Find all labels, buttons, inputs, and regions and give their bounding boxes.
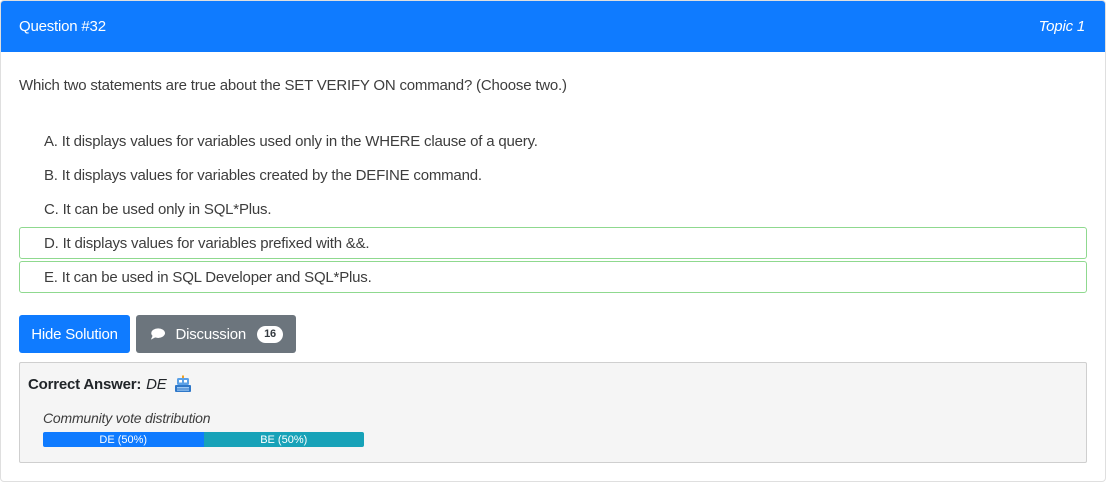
choice-e[interactable]: E. It can be used in SQL Developer and S… (19, 261, 1087, 293)
discussion-count-badge: 16 (257, 325, 283, 343)
vote-segment-label: BE (50%) (260, 433, 308, 446)
robot-helper-icon[interactable] (174, 375, 192, 393)
correct-answer-label: Correct Answer: (28, 375, 142, 393)
choice-label: E. It can be used in SQL Developer and S… (44, 268, 372, 286)
choice-label: A. It displays values for variables used… (44, 132, 538, 150)
correct-answer-line: Correct Answer: DE (28, 375, 192, 393)
choice-label: D. It displays values for variables pref… (44, 234, 370, 252)
hide-solution-button[interactable]: Hide Solution (19, 315, 130, 353)
correct-answer-value: DE (146, 375, 167, 393)
correct-answer-box: Correct Answer: DE Community vote distri… (19, 362, 1087, 463)
vote-segment-de: DE (50%) (43, 432, 204, 447)
vote-segment-label: DE (50%) (99, 433, 148, 446)
choice-b[interactable]: B. It displays values for variables crea… (19, 159, 1087, 191)
discussion-button[interactable]: Discussion 16 (136, 315, 296, 353)
choice-a[interactable]: A. It displays values for variables used… (19, 125, 1087, 157)
choice-label: C. It can be used only in SQL*Plus. (44, 200, 272, 218)
hide-solution-label: Hide Solution (31, 325, 118, 343)
vote-distribution-bar: DE (50%) BE (50%) (43, 432, 364, 447)
question-number: Question #32 (19, 18, 106, 35)
question-card: Question #32 Topic 1 Which two statement… (0, 0, 1106, 482)
choice-list: A. It displays values for variables used… (19, 125, 1087, 295)
question-text: Which two statements are true about the … (19, 77, 567, 94)
action-buttons: Hide Solution Discussion 16 (19, 315, 296, 353)
choice-label: B. It displays values for variables crea… (44, 166, 482, 184)
vote-segment-be: BE (50%) (203, 432, 364, 447)
choice-c[interactable]: C. It can be used only in SQL*Plus. (19, 193, 1087, 225)
chat-bubble-icon (150, 328, 166, 340)
choice-d[interactable]: D. It displays values for variables pref… (19, 227, 1087, 259)
discussion-label: Discussion (175, 325, 246, 343)
vote-distribution-title: Community vote distribution (43, 410, 211, 426)
question-header: Question #32 Topic 1 (1, 1, 1105, 52)
topic-label: Topic 1 (1038, 18, 1086, 35)
